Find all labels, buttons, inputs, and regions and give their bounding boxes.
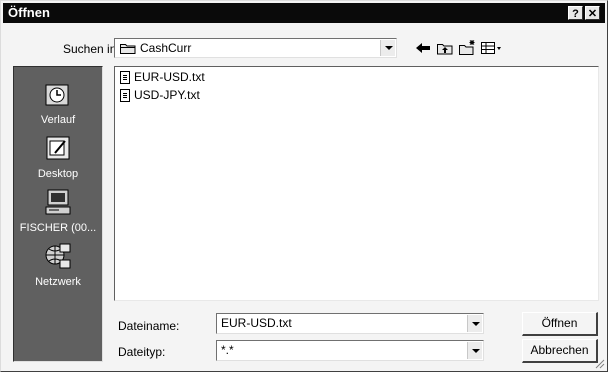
place-label: Desktop <box>37 168 79 180</box>
title-bar[interactable]: Öffnen ? ✕ <box>3 3 605 23</box>
back-button[interactable] <box>413 39 433 57</box>
up-folder-button[interactable] <box>435 39 455 57</box>
place-label: Netzwerk <box>35 276 81 288</box>
filename-field[interactable]: EUR-USD.txt <box>216 313 484 334</box>
resize-grip-icon[interactable] <box>593 357 605 369</box>
window-title: Öffnen <box>8 5 50 20</box>
back-arrow-icon <box>416 43 430 53</box>
place-label: Verlauf <box>40 114 76 126</box>
new-folder-icon <box>459 40 475 55</box>
view-menu-button[interactable] <box>479 39 505 57</box>
new-folder-button[interactable] <box>457 39 477 57</box>
desktop-icon <box>46 136 70 160</box>
place-history[interactable]: Verlauf <box>14 79 102 126</box>
text-file-icon <box>120 89 130 102</box>
filename-label: Dateiname: <box>118 319 180 333</box>
place-network[interactable]: Netzwerk <box>14 241 102 288</box>
my-computer-icon <box>45 189 71 215</box>
filename-value: EUR-USD.txt <box>221 316 292 330</box>
look-in-label: Suchen in: <box>63 42 120 56</box>
place-desktop[interactable]: Desktop <box>14 133 102 180</box>
folder-icon <box>120 44 136 54</box>
chevron-down-icon[interactable] <box>467 342 482 359</box>
chevron-down-icon[interactable] <box>467 315 482 332</box>
look-in-value: CashCurr <box>140 41 192 55</box>
file-name: USD-JPY.txt <box>134 88 200 102</box>
filetype-label: Dateityp: <box>118 345 166 359</box>
up-folder-icon <box>437 44 453 55</box>
look-in-dropdown[interactable]: CashCurr <box>114 38 397 58</box>
place-my-computer[interactable]: FISCHER (00... <box>14 187 102 234</box>
filetype-dropdown[interactable]: *.* <box>216 340 484 361</box>
chevron-down-icon[interactable] <box>380 40 395 56</box>
help-button[interactable]: ? <box>568 6 583 20</box>
cancel-button[interactable]: Abbrechen <box>522 339 598 363</box>
history-icon <box>45 84 69 106</box>
filetype-value: *.* <box>221 343 234 357</box>
open-button[interactable]: Öffnen <box>522 312 598 336</box>
places-bar: Verlauf Desktop FISCHER (00... Netzwerk <box>13 66 103 362</box>
place-label: FISCHER (00... <box>19 222 97 234</box>
file-list[interactable]: EUR-USD.txt USD-JPY.txt <box>114 66 599 301</box>
text-file-icon <box>120 71 130 84</box>
close-button[interactable]: ✕ <box>585 6 600 20</box>
file-name: EUR-USD.txt <box>134 70 205 84</box>
view-menu-icon <box>481 42 501 54</box>
open-dialog: Öffnen ? ✕ Suchen in: CashCurr Verlauf D… <box>0 0 608 372</box>
network-icon <box>45 243 71 269</box>
